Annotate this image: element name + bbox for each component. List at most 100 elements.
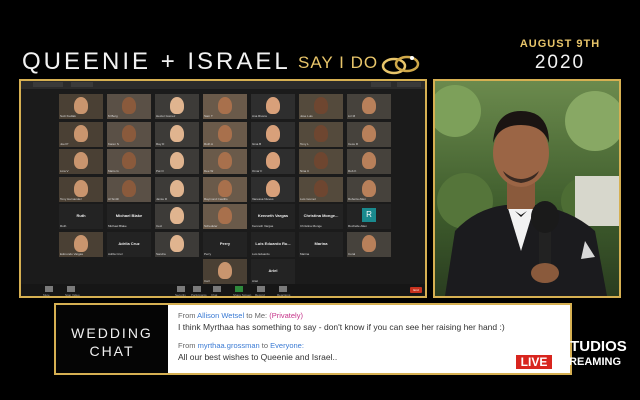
participant-tile[interactable]: Cece R <box>347 121 391 147</box>
participant-tile[interactable]: Roberta Allen <box>347 176 391 202</box>
participant-tile[interactable]: Jose Luis <box>299 94 343 119</box>
participant-video <box>170 152 184 169</box>
participant-tile[interactable]: Al Smith <box>107 176 151 202</box>
participant-name: Carl <box>204 279 210 283</box>
zoom-toolbar-button[interactable]: Participants <box>191 286 207 297</box>
zoom-toolbar-button[interactable]: Reactions <box>277 286 290 297</box>
participant-tile[interactable]: Tony Hernandez <box>59 176 103 202</box>
participant-tile[interactable]: Coral <box>347 231 391 257</box>
participant-tile[interactable]: Ceci <box>155 204 199 229</box>
participant-tile[interactable]: Raymond Castillo <box>203 176 247 202</box>
participant-tile[interactable]: Michael Blake Michael Blake <box>107 204 151 229</box>
participant-tile[interactable]: Kenneth Vargas Kenneth Vargas <box>251 204 295 229</box>
to-prefix: to <box>246 311 253 320</box>
chat-message: From Allison Wetsel to Me: (Privately) I… <box>178 311 568 332</box>
participant-video <box>314 179 328 197</box>
participant-tile[interactable]: Christina Monge... Christina Monge <box>299 204 343 229</box>
participant-tile[interactable]: Liz M <box>347 94 391 119</box>
zoom-toolbar-button[interactable]: Mute <box>43 286 53 297</box>
participant-name: Raymond Castillo <box>204 196 228 201</box>
zoom-toolbar-label: Chat <box>211 293 218 297</box>
participant-tile[interactable]: R Rochelle Allen <box>347 204 391 229</box>
recipient-name: Everyone: <box>270 341 304 350</box>
participant-tile[interactable]: Luis Gomez <box>299 176 343 202</box>
participant-video <box>74 152 88 169</box>
participant-tile[interactable]: Scheduler <box>203 204 247 229</box>
recipient-name: Me: <box>254 311 268 320</box>
zoom-gallery-view-button[interactable] <box>397 82 421 87</box>
end-meeting-button[interactable]: End <box>410 287 422 293</box>
wedding-chat-label: WEDDING CHAT <box>56 305 168 373</box>
participant-name: Nina C <box>300 169 310 173</box>
participant-video <box>218 207 232 224</box>
participant-tile[interactable]: Lina V <box>59 149 103 174</box>
zoom-toolbar-label: Reactions <box>277 293 291 297</box>
zoom-toolbar-label: Share Screen <box>233 293 252 297</box>
participant-tile[interactable]: Luis Eduardo Ru... Luis Eduardo <box>251 231 295 257</box>
participant-tile[interactable]: Dee W <box>203 149 247 174</box>
participant-video <box>170 179 184 197</box>
participant-tile[interactable]: Karen S <box>107 121 151 147</box>
participant-video <box>218 152 232 169</box>
participant-tile[interactable]: Ray D <box>155 121 199 147</box>
zoom-view-toggle[interactable] <box>371 82 391 87</box>
zoom-toolbar-label: Security <box>175 293 186 297</box>
participant-tile[interactable]: Ruth A <box>203 121 247 147</box>
participant-tile[interactable]: Vanessa Nieves <box>251 176 295 202</box>
wedding-rings-icon <box>381 55 420 75</box>
participant-tile[interactable]: Tony L <box>299 121 343 147</box>
streaming-label: STREAMING <box>555 356 621 368</box>
participant-tile[interactable]: Mario G <box>107 149 151 174</box>
privacy-tag: (Privately) <box>269 311 303 320</box>
participant-name: Coral <box>348 251 356 256</box>
zoom-toolbar-button[interactable]: Chat <box>211 286 221 297</box>
zoom-toolbar-button[interactable]: Share Screen <box>233 286 251 297</box>
participant-name: Sandra <box>156 251 166 256</box>
participant-tile[interactable]: Edmundo Vargas <box>59 231 103 257</box>
participant-name: Ana Rivera <box>252 114 267 118</box>
participant-name: Gina B <box>252 141 262 146</box>
participant-name: Cece R <box>348 141 359 146</box>
participant-name: Scheduler <box>204 224 218 228</box>
participant-tile[interactable]: Ana Rivera <box>251 94 295 119</box>
participant-tile[interactable]: Joel P <box>59 121 103 147</box>
participant-label: Luis Eduardo Ru... <box>255 240 291 246</box>
participant-video <box>218 124 232 142</box>
participant-tile[interactable]: Omar F <box>251 149 295 174</box>
participant-tile[interactable]: Suzi Kudlak <box>59 94 103 119</box>
participant-name: Omar F <box>252 169 263 173</box>
participant-tile[interactable]: M Berg <box>107 94 151 119</box>
participant-video <box>362 152 376 169</box>
participant-video <box>170 124 184 142</box>
zoom-toolbar-button[interactable]: Record <box>255 286 265 297</box>
participant-tile[interactable]: Ariel Ariel <box>251 259 295 284</box>
participant-tile[interactable]: Rob K <box>347 149 391 174</box>
participant-tile[interactable]: Carl <box>203 259 247 284</box>
participant-tile[interactable]: Ruth Ruth <box>59 204 103 229</box>
participant-name: Perry <box>204 251 212 256</box>
participant-name: Ray D <box>156 141 165 146</box>
participant-tile[interactable]: Adrila Cruz Adrila Cruz <box>107 231 151 257</box>
participant-name: Kenneth Vargas <box>252 224 274 228</box>
participant-tile[interactable]: Gina B <box>251 121 295 147</box>
zoom-toolbar-button[interactable]: Security <box>175 286 186 297</box>
participant-gallery: Suzi Kudlak M Berg Hector Gomez Sam T Ana Ri… <box>59 94 393 284</box>
participant-video <box>266 97 280 114</box>
participant-tile[interactable]: Hector Gomez <box>155 94 199 119</box>
participant-label: Christina Monge... <box>303 213 339 218</box>
participant-tile[interactable]: Marina Marina <box>299 231 343 257</box>
participant-video <box>170 207 184 224</box>
participant-name: Lina V <box>60 169 69 173</box>
zoom-tab[interactable] <box>33 82 63 87</box>
participant-tile[interactable]: Sam T <box>203 94 247 119</box>
participant-tile[interactable]: Perry Perry <box>203 231 247 257</box>
participant-video <box>218 179 232 197</box>
participant-video <box>170 97 184 114</box>
participant-name: Luis Gomez <box>300 196 317 201</box>
participant-tile[interactable]: Jamie R <box>155 176 199 202</box>
participant-tile[interactable]: Sandra <box>155 231 199 257</box>
participant-tile[interactable]: Nina C <box>299 149 343 174</box>
participant-tile[interactable]: Pat O <box>155 149 199 174</box>
participant-label: Ruth <box>76 213 86 218</box>
zoom-toolbar-button[interactable]: Stop Video <box>65 286 80 297</box>
